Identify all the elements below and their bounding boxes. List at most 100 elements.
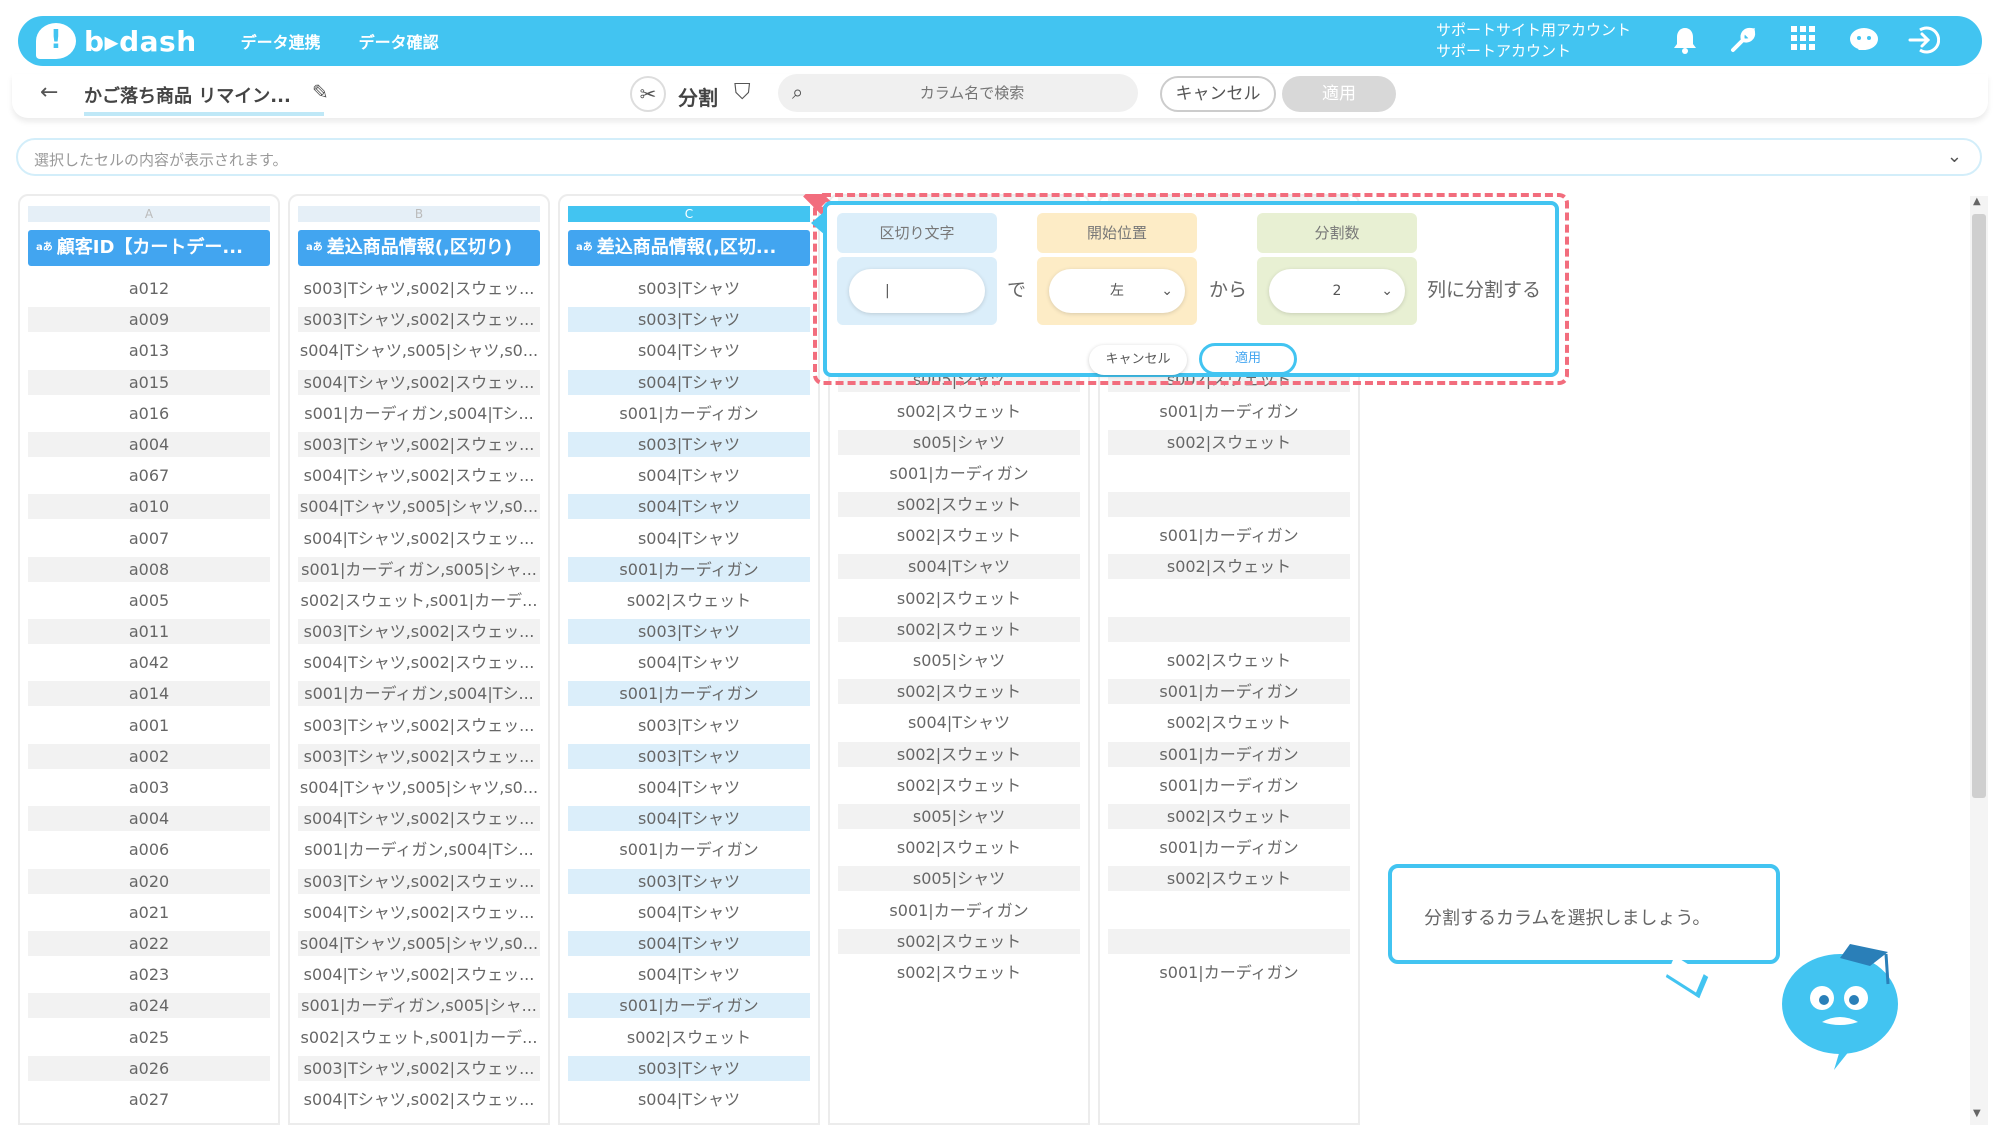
table-cell[interactable]: s002|スウェット bbox=[1108, 554, 1350, 580]
table-cell[interactable]: s001|カーディガン bbox=[1108, 773, 1350, 798]
table-cell[interactable]: a042 bbox=[28, 650, 270, 675]
table-cell[interactable] bbox=[1108, 898, 1350, 923]
table-cell[interactable]: s004|Tシャツ bbox=[568, 930, 810, 956]
table-cell[interactable]: s004|Tシャツ,s002|スウェッ... bbox=[298, 463, 540, 488]
cell-content-bar[interactable]: 選択したセルの内容が表示されます。 ⌄ bbox=[16, 138, 1982, 176]
table-cell[interactable]: s005|シャツ bbox=[838, 803, 1080, 829]
table-cell[interactable]: s001|カーディガン bbox=[1108, 960, 1350, 985]
table-cell[interactable]: s004|Tシャツ bbox=[568, 806, 810, 832]
table-cell[interactable]: a002 bbox=[28, 743, 270, 769]
table-cell[interactable]: s002|スウェット bbox=[838, 960, 1080, 985]
table-cell[interactable]: s003|Tシャツ,s002|スウェッ... bbox=[298, 276, 540, 301]
table-cell[interactable]: s003|Tシャツ,s002|スウェッ... bbox=[298, 1055, 540, 1081]
table-cell[interactable]: a027 bbox=[28, 1087, 270, 1112]
table-cell[interactable]: a011 bbox=[28, 619, 270, 645]
table-cell[interactable]: s003|Tシャツ bbox=[568, 743, 810, 769]
table-cell[interactable]: s003|Tシャツ,s002|スウェッ... bbox=[298, 868, 540, 894]
table-cell[interactable]: s005|シャツ bbox=[838, 429, 1080, 455]
logo[interactable]: b▸dash bbox=[36, 23, 197, 59]
chevron-down-icon[interactable]: ⌄ bbox=[1947, 146, 1962, 167]
table-cell[interactable]: s004|Tシャツ bbox=[568, 338, 810, 363]
table-cell[interactable]: s002|スウェット bbox=[838, 679, 1080, 705]
table-cell[interactable]: s002|スウェット,s001|カーデ... bbox=[298, 1025, 540, 1050]
file-title[interactable]: かご落ち商品 リマイン... bbox=[84, 82, 324, 116]
table-cell[interactable]: a012 bbox=[28, 276, 270, 301]
table-cell[interactable]: s004|Tシャツ,s002|スウェッ... bbox=[298, 806, 540, 832]
table-cell[interactable]: s003|Tシャツ bbox=[568, 307, 810, 333]
table-cell[interactable]: s004|Tシャツ bbox=[568, 1087, 810, 1112]
table-cell[interactable]: s004|Tシャツ,s002|スウェッ... bbox=[298, 1087, 540, 1112]
split-tool-icon[interactable]: ✂ bbox=[630, 76, 666, 112]
table-cell[interactable]: s003|Tシャツ bbox=[568, 276, 810, 301]
account-info[interactable]: サポートサイト用アカウント サポートアカウント bbox=[1436, 20, 1631, 62]
table-cell[interactable]: s003|Tシャツ bbox=[568, 431, 810, 457]
table-cell[interactable]: s003|Tシャツ,s002|スウェッ... bbox=[298, 307, 540, 333]
scroll-up-icon[interactable]: ▲ bbox=[1973, 196, 1981, 207]
table-cell[interactable] bbox=[1108, 461, 1350, 486]
table-cell[interactable] bbox=[1108, 928, 1350, 954]
table-cell[interactable]: s002|スウェット bbox=[838, 586, 1080, 611]
table-cell[interactable]: s004|Tシャツ,s002|スウェッ... bbox=[298, 962, 540, 987]
grid-icon[interactable] bbox=[1788, 26, 1818, 56]
table-cell[interactable]: a067 bbox=[28, 463, 270, 488]
search-input[interactable] bbox=[822, 78, 1122, 108]
table-cell[interactable]: s001|カーディガン bbox=[838, 461, 1080, 486]
table-cell[interactable]: s004|Tシャツ bbox=[568, 463, 810, 488]
table-cell[interactable]: a026 bbox=[28, 1055, 270, 1081]
table-cell[interactable]: s001|カーディガン bbox=[1108, 679, 1350, 705]
popup-apply-button[interactable]: 適用 bbox=[1199, 343, 1297, 375]
table-cell[interactable]: s004|Tシャツ,s002|スウェッ... bbox=[298, 900, 540, 925]
table-cell[interactable]: a006 bbox=[28, 837, 270, 862]
table-cell[interactable]: s001|カーディガン,s004|Tシ... bbox=[298, 681, 540, 707]
scroll-thumb[interactable] bbox=[1972, 214, 1986, 798]
table-cell[interactable]: a003 bbox=[28, 775, 270, 800]
table-cell[interactable]: s001|カーディガン,s004|Tシ... bbox=[298, 837, 540, 862]
table-cell[interactable]: a015 bbox=[28, 369, 270, 395]
table-cell[interactable]: a025 bbox=[28, 1025, 270, 1050]
table-cell[interactable] bbox=[1108, 492, 1350, 518]
table-cell[interactable]: s002|スウェット bbox=[568, 588, 810, 613]
table-cell[interactable]: a014 bbox=[28, 681, 270, 707]
table-cell[interactable]: a009 bbox=[28, 307, 270, 333]
table-cell[interactable]: s004|Tシャツ bbox=[838, 554, 1080, 580]
table-cell[interactable]: s001|カーディガン bbox=[568, 556, 810, 582]
popup-cancel-button[interactable]: キャンセル bbox=[1089, 345, 1187, 375]
table-cell[interactable]: s004|Tシャツ bbox=[568, 962, 810, 987]
table-cell[interactable] bbox=[1108, 616, 1350, 642]
table-cell[interactable]: s003|Tシャツ bbox=[568, 713, 810, 738]
cancel-button[interactable]: キャンセル bbox=[1160, 76, 1276, 112]
table-cell[interactable]: s004|Tシャツ,s005|シャツ,s0... bbox=[298, 775, 540, 800]
table-cell[interactable]: a021 bbox=[28, 900, 270, 925]
table-cell[interactable]: s002|スウェット bbox=[838, 616, 1080, 642]
table-cell[interactable]: s002|スウェット bbox=[1108, 429, 1350, 455]
mascot-icon[interactable] bbox=[1770, 932, 1910, 1072]
table-cell[interactable]: a008 bbox=[28, 556, 270, 582]
support-chat-icon[interactable] bbox=[1848, 26, 1878, 56]
table-cell[interactable]: s001|カーディガン bbox=[568, 681, 810, 707]
table-cell[interactable]: s004|Tシャツ,s005|シャツ,s0... bbox=[298, 338, 540, 363]
table-cell[interactable]: s003|Tシャツ,s002|スウェッ... bbox=[298, 743, 540, 769]
wrench-icon[interactable] bbox=[1728, 26, 1758, 56]
shield-icon[interactable]: ⛉ bbox=[734, 80, 751, 105]
table-cell[interactable]: s004|Tシャツ bbox=[568, 900, 810, 925]
apply-button[interactable]: 適用 bbox=[1282, 76, 1396, 112]
table-cell[interactable]: s001|カーディガン,s005|シャ... bbox=[298, 993, 540, 1019]
table-cell[interactable]: a004 bbox=[28, 431, 270, 457]
scroll-down-icon[interactable]: ▼ bbox=[1973, 1108, 1981, 1119]
table-cell[interactable]: a020 bbox=[28, 868, 270, 894]
nav-link-data-integration[interactable]: データ連携 bbox=[241, 29, 321, 53]
table-cell[interactable]: s001|カーディガン bbox=[568, 401, 810, 426]
table-cell[interactable]: s001|カーディガン bbox=[568, 837, 810, 862]
table-cell[interactable]: s001|カーディガン,s005|シャ... bbox=[298, 556, 540, 582]
nav-link-data-review[interactable]: データ確認 bbox=[359, 29, 439, 53]
table-cell[interactable]: s001|カーディガン bbox=[1108, 523, 1350, 548]
table-cell[interactable]: s004|Tシャツ,s005|シャツ,s0... bbox=[298, 930, 540, 956]
column-b[interactable]: B aあ 差込商品情報(,区切り) s003|Tシャツ,s002|スウェッ... s… bbox=[288, 194, 550, 1125]
table-cell[interactable]: s002|スウェット bbox=[568, 1025, 810, 1050]
table-cell[interactable]: s003|Tシャツ bbox=[568, 619, 810, 645]
table-cell[interactable]: s003|Tシャツ bbox=[568, 868, 810, 894]
table-cell[interactable]: a001 bbox=[28, 713, 270, 738]
table-cell[interactable]: a005 bbox=[28, 588, 270, 613]
column-c[interactable]: C aあ 差込商品情報(,区切... s003|Tシャツ s003|Tシャツ s004… bbox=[558, 194, 820, 1125]
start-position-select[interactable]: 左 ⌄ bbox=[1049, 269, 1185, 313]
